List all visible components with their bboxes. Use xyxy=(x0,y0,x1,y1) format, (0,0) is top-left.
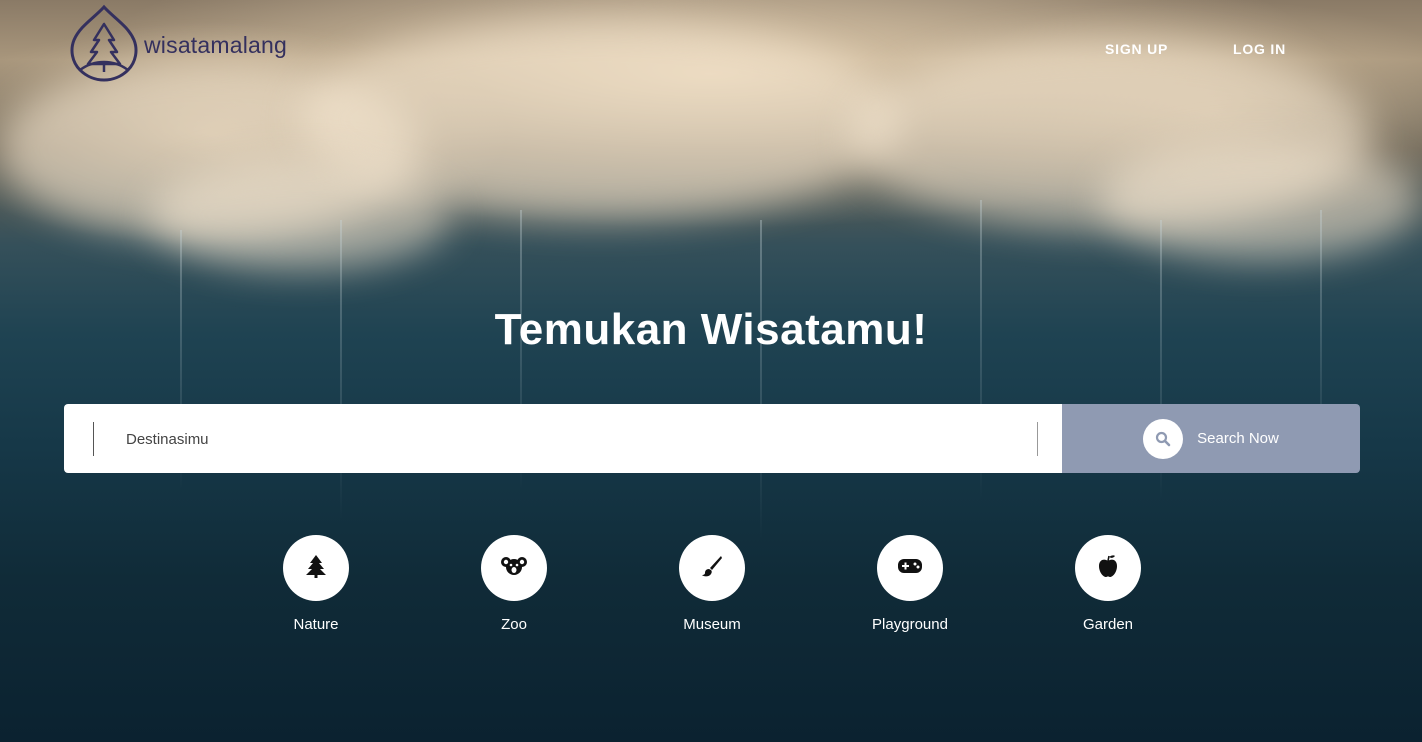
apple-icon xyxy=(1098,554,1118,583)
search-button-label: Search Now xyxy=(1197,430,1279,447)
search-now-button[interactable]: Search Now xyxy=(1062,404,1360,473)
tree-icon xyxy=(305,554,327,583)
category-label: Museum xyxy=(683,616,741,633)
log-in-link[interactable]: LOG IN xyxy=(1233,41,1286,57)
category-museum[interactable]: Museum xyxy=(642,535,782,633)
navbar: wisatamalang SIGN UP LOG IN xyxy=(0,0,1422,100)
category-label: Playground xyxy=(872,616,948,633)
hero-section: wisatamalang SIGN UP LOG IN Temukan Wisa… xyxy=(0,0,1422,742)
brand-name: wisatamalang xyxy=(144,32,288,58)
input-divider-left xyxy=(93,422,94,456)
input-divider-right xyxy=(1037,422,1038,456)
category-icon-circle xyxy=(1075,535,1141,601)
search-bar: Search Now xyxy=(64,404,1360,473)
pine-tree-drop-icon xyxy=(70,4,138,87)
category-garden[interactable]: Garden xyxy=(1038,535,1178,633)
destination-search-input[interactable] xyxy=(124,404,1028,473)
category-list: Nature Zoo Museum Playground Garden xyxy=(0,535,1422,645)
hero-headline: Temukan Wisatamu! xyxy=(494,305,928,354)
category-icon-circle xyxy=(481,535,547,601)
category-label: Zoo xyxy=(501,616,527,633)
brand-logo[interactable]: wisatamalang xyxy=(70,4,287,87)
paintbrush-icon xyxy=(701,555,723,582)
category-label: Nature xyxy=(293,616,339,633)
koala-icon xyxy=(501,555,527,582)
category-zoo[interactable]: Zoo xyxy=(444,535,584,633)
category-icon-circle xyxy=(679,535,745,601)
category-label: Garden xyxy=(1082,616,1134,633)
category-nature[interactable]: Nature xyxy=(246,535,386,633)
sign-up-link[interactable]: SIGN UP xyxy=(1105,41,1168,57)
gamepad-icon xyxy=(897,557,923,580)
category-icon-circle xyxy=(877,535,943,601)
category-playground[interactable]: Playground xyxy=(840,535,980,633)
category-icon-circle xyxy=(283,535,349,601)
search-field-wrapper xyxy=(64,404,1062,473)
search-icon xyxy=(1143,418,1184,459)
